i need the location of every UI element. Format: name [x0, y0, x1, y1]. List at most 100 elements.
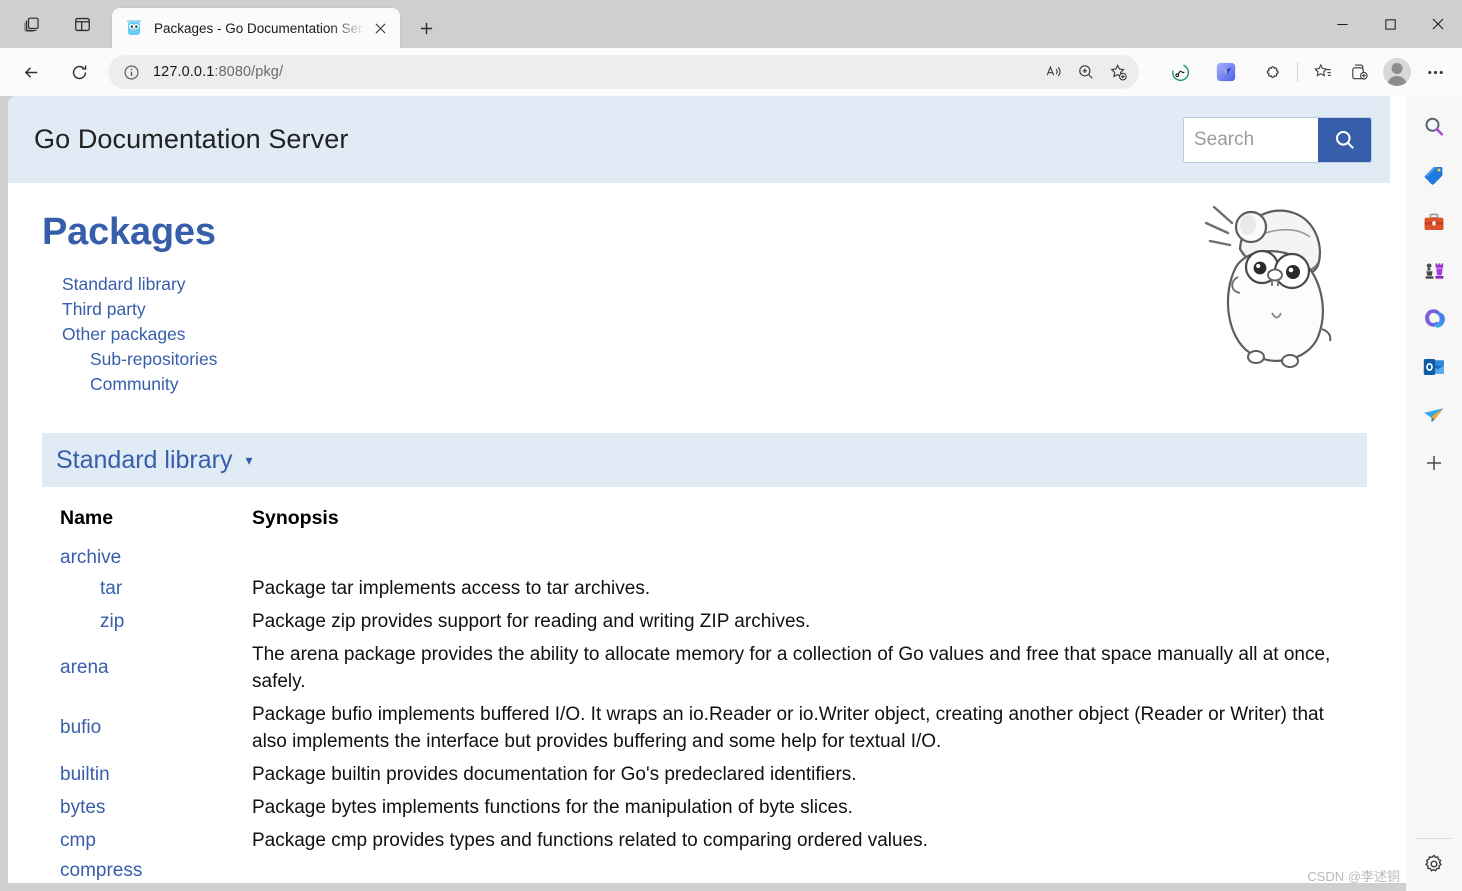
toolbar-divider [1297, 62, 1298, 82]
table-row[interactable]: cmp Package cmp provides types and funct… [48, 824, 1364, 857]
search-icon[interactable] [1417, 110, 1451, 144]
extension-icon[interactable] [1209, 55, 1243, 89]
go-doc-page: Go Documentation Server Packages Standar… [8, 96, 1390, 883]
package-name-cell: bytes [48, 791, 252, 824]
maximize-button[interactable] [1366, 0, 1414, 48]
packages-table: Name Synopsis archive tar Package tar im… [48, 503, 1364, 883]
address-bar[interactable]: 127.0.0.1:8080/pkg/ [108, 55, 1139, 89]
toc-link-community[interactable]: Community [90, 372, 1362, 397]
package-synopsis-cell [252, 544, 1364, 572]
browser-tab[interactable]: Packages - Go Documentation Ser [112, 8, 400, 48]
package-name-cell: bufio [48, 698, 252, 758]
package-name-cell: zip [48, 605, 252, 638]
package-link-arena[interactable]: arena [60, 657, 109, 678]
package-link-builtin[interactable]: builtin [60, 764, 110, 785]
go-gopher-favicon [124, 18, 144, 38]
table-header-row: Name Synopsis [48, 503, 1364, 544]
site-title: Go Documentation Server [34, 124, 349, 154]
site-header: Go Documentation Server [8, 96, 1390, 183]
zoom-magnifier-icon[interactable] [1071, 57, 1101, 87]
table-row[interactable]: compress [48, 857, 1364, 883]
toc-link-third-party[interactable]: Third party [62, 297, 1362, 322]
outlook-icon[interactable] [1417, 350, 1451, 384]
toc-list: Standard library Third party Other packa… [62, 272, 1362, 397]
page-title: Packages [42, 211, 216, 253]
package-synopsis-cell: Package builtin provides documentation f… [252, 764, 857, 785]
package-synopsis-cell: Package zip provides support for reading… [252, 611, 811, 632]
toc-link-sub-repositories[interactable]: Sub-repositories [90, 347, 1362, 372]
split-screen-icon[interactable] [66, 8, 98, 40]
package-synopsis-cell [252, 857, 1364, 883]
package-name-cell: archive [48, 544, 252, 572]
package-synopsis-cell: Package cmp provides types and functions… [252, 830, 928, 851]
package-link-tar[interactable]: tar [100, 578, 122, 599]
favorites-star-list-icon[interactable] [1306, 55, 1340, 89]
package-link-zip[interactable]: zip [100, 611, 124, 632]
collections-icon[interactable] [1342, 55, 1376, 89]
table-row[interactable]: tar Package tar implements access to tar… [48, 572, 1364, 605]
edge-sidebar [1406, 96, 1462, 891]
info-circle-icon[interactable] [118, 59, 144, 85]
profile-avatar[interactable] [1383, 58, 1411, 86]
table-row[interactable]: arena The arena package provides the abi… [48, 638, 1364, 698]
package-link-archive[interactable]: archive [60, 547, 121, 568]
add-sidebar-icon[interactable] [1417, 446, 1451, 480]
page-content: Packages Standard library Third party Ot… [8, 183, 1390, 883]
microsoft-365-icon[interactable] [1417, 302, 1451, 336]
gear-icon[interactable] [1417, 847, 1451, 881]
package-link-bytes[interactable]: bytes [60, 797, 105, 818]
table-row[interactable]: builtin Package builtin provides documen… [48, 758, 1364, 791]
toc-link-other-packages[interactable]: Other packages [62, 322, 1362, 347]
package-synopsis-cell: Package tar implements access to tar arc… [252, 578, 651, 599]
browser-window: Packages - Go Documentation Ser 127.0.0.… [0, 0, 1462, 891]
package-name-cell: tar [48, 572, 252, 605]
site-search[interactable] [1183, 117, 1372, 163]
minimize-button[interactable] [1318, 0, 1366, 48]
packages-table-body: archive tar Package tar implements acces… [48, 544, 1364, 883]
extensions-puzzle-icon[interactable] [1255, 55, 1289, 89]
tab-title: Packages - Go Documentation Ser [154, 20, 363, 36]
add-favorite-star-icon[interactable] [1103, 57, 1133, 87]
toc-link-standard-library[interactable]: Standard library [62, 272, 1362, 297]
copilot-icon[interactable] [1163, 55, 1197, 89]
shopping-tag-icon[interactable] [1417, 158, 1451, 192]
package-synopsis-cell: The arena package provides the ability t… [252, 644, 1331, 692]
search-button[interactable] [1318, 118, 1371, 162]
package-link-bufio[interactable]: bufio [60, 717, 101, 738]
package-link-compress[interactable]: compress [60, 860, 142, 881]
table-row[interactable]: archive [48, 544, 1364, 572]
refresh-icon[interactable] [62, 55, 96, 89]
back-arrow-icon[interactable] [14, 55, 48, 89]
tab-strip: Packages - Go Documentation Ser [0, 0, 1462, 48]
close-icon[interactable] [368, 16, 392, 40]
toc-sublist: Sub-repositories Community [90, 347, 1362, 397]
column-header-name: Name [60, 507, 114, 529]
games-chess-icon[interactable] [1417, 254, 1451, 288]
search-input[interactable] [1184, 118, 1318, 162]
table-row[interactable]: zip Package zip provides support for rea… [48, 605, 1364, 638]
new-tab-button[interactable] [410, 12, 442, 44]
tabstrip-left-controls [0, 0, 98, 48]
package-synopsis-cell: Package bufio implements buffered I/O. I… [252, 704, 1324, 752]
package-name-cell: builtin [48, 758, 252, 791]
toggle-label: Standard library [56, 445, 233, 474]
csdn-watermark: CSDN @李述铜 [1307, 869, 1400, 884]
package-synopsis-cell: Package bytes implements functions for t… [252, 797, 853, 818]
url-text: 127.0.0.1:8080/pkg/ [153, 64, 284, 80]
tools-briefcase-icon[interactable] [1417, 206, 1451, 240]
page-viewport: Go Documentation Server Packages Standar… [8, 96, 1406, 883]
more-options-icon[interactable] [1418, 55, 1452, 89]
sidebar-divider [1416, 838, 1452, 839]
window-controls [1318, 0, 1462, 48]
standard-library-toggle[interactable]: Standard library ▾ [42, 433, 1367, 487]
browser-toolbar: 127.0.0.1:8080/pkg/ [0, 48, 1462, 96]
column-header-synopsis: Synopsis [252, 507, 339, 529]
package-link-cmp[interactable]: cmp [60, 830, 96, 851]
table-row[interactable]: bufio Package bufio implements buffered … [48, 698, 1364, 758]
omnibox-actions [1039, 57, 1133, 87]
close-button[interactable] [1414, 0, 1462, 48]
read-aloud-icon[interactable] [1039, 57, 1069, 87]
table-row[interactable]: bytes Package bytes implements functions… [48, 791, 1364, 824]
tab-stack-icon[interactable] [16, 8, 48, 40]
send-plane-icon[interactable] [1417, 398, 1451, 432]
